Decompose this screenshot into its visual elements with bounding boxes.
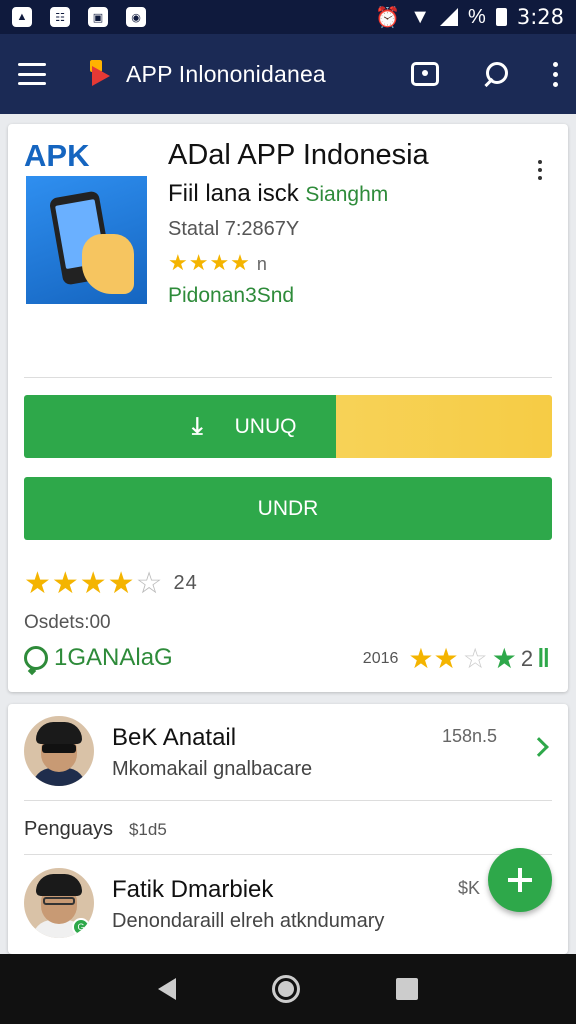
download-arrow-icon: ⤓ bbox=[192, 412, 203, 440]
card-overflow-icon[interactable] bbox=[538, 160, 542, 180]
avatar[interactable] bbox=[24, 716, 94, 786]
app-bar-title: APP Inlononidanea bbox=[126, 60, 326, 87]
download-button-label: UNUQ bbox=[234, 414, 297, 438]
app-subtitle-green: Sianghm bbox=[305, 183, 389, 206]
download-progress-remaining bbox=[335, 395, 552, 458]
status-badge: G bbox=[72, 918, 90, 936]
clock: 3:28 bbox=[516, 5, 564, 29]
system-nav-bar bbox=[0, 954, 576, 1024]
avatar[interactable]: G bbox=[24, 868, 94, 938]
add-fab-button[interactable] bbox=[488, 848, 552, 912]
rating-suffix: n bbox=[256, 254, 268, 274]
app-bar: APP Inlononidanea bbox=[0, 34, 576, 114]
app-details-card: APK ADal APP Indonesia Fiil lana isck Si… bbox=[8, 124, 568, 692]
payment-label: Penguays bbox=[24, 818, 113, 840]
review-author-subtitle: Denondaraill elreh atkndumary bbox=[112, 910, 385, 932]
review-author-name: BeK Anatail bbox=[112, 724, 237, 751]
year-count: 2 bbox=[520, 645, 534, 671]
review-stars-filled: ★★★★ bbox=[24, 567, 136, 600]
developer-link[interactable]: Pidonan3Snd bbox=[168, 284, 294, 308]
app-icon-image bbox=[26, 176, 147, 304]
download-button[interactable]: ⤓ UNUQ bbox=[24, 395, 552, 458]
app-version: Statal 7:2867Y bbox=[168, 218, 300, 240]
app-title: ADal APP Indonesia bbox=[168, 139, 429, 171]
secondary-button-label: UNDR bbox=[257, 496, 319, 520]
app-subtitle-main: Fiil lana isck bbox=[168, 180, 299, 207]
secondary-action-button[interactable]: UNDR bbox=[24, 477, 552, 540]
brand-row[interactable]: 1GANAlaG bbox=[24, 644, 173, 672]
app-rating: ★★★★ n bbox=[168, 250, 268, 276]
app-subtitle: Fiil lana isck Sianghm bbox=[168, 180, 388, 208]
recents-icon[interactable] bbox=[396, 978, 418, 1000]
review-author-subtitle: Mkomakail gnalbacare bbox=[112, 758, 313, 780]
review-stars-empty: ☆ bbox=[135, 567, 164, 600]
updated-label: Osdets:00 bbox=[24, 612, 111, 633]
divider bbox=[24, 854, 552, 855]
search-icon[interactable] bbox=[483, 61, 509, 87]
review-stars: ★★★★☆ 24 bbox=[24, 566, 198, 601]
payment-amount: $1d5 bbox=[128, 819, 167, 839]
year-stars-empty: ☆ bbox=[462, 643, 488, 674]
hamburger-menu-icon[interactable] bbox=[18, 63, 46, 85]
year-bolt-icon: ‖ bbox=[537, 643, 550, 673]
app-logo-icon bbox=[90, 60, 118, 88]
chevron-right-icon[interactable] bbox=[529, 737, 549, 757]
reviews-card: BeK Anatail Mkomakail gnalbacare 158n.5 … bbox=[8, 704, 568, 954]
wifi-icon: ▼ bbox=[410, 5, 431, 28]
review-author-name: Fatik Dmarbiek bbox=[112, 876, 274, 903]
photo-icon: ▲ bbox=[12, 7, 32, 27]
download-progress-fill: ⤓ UNUQ bbox=[24, 395, 336, 458]
apk-label: APK bbox=[24, 138, 90, 173]
home-icon[interactable] bbox=[272, 975, 300, 1003]
battery-icon bbox=[495, 8, 507, 26]
messaging-icon: ☷ bbox=[50, 7, 70, 27]
year-label: 2016 bbox=[362, 649, 399, 667]
alarm-icon: ⏰ bbox=[375, 6, 401, 29]
gallery-icon: ▣ bbox=[88, 7, 108, 27]
battery-percent: % bbox=[468, 5, 486, 28]
overflow-menu-icon[interactable] bbox=[553, 61, 558, 87]
back-icon[interactable] bbox=[158, 978, 176, 1000]
signal-icon bbox=[440, 8, 459, 26]
payment-row: Penguays $1d5 bbox=[24, 818, 167, 841]
divider bbox=[24, 800, 552, 801]
status-bar: ▲ ☷ ▣ ◉ ⏰ ▼ % 3:28 bbox=[0, 0, 576, 34]
review-count: 24 bbox=[173, 572, 198, 594]
year-stars-green: ★ bbox=[491, 643, 517, 674]
brand-label: 1GANAlaG bbox=[54, 644, 173, 671]
chat-bubble-icon bbox=[24, 646, 48, 670]
review-meta: 158n.5 bbox=[442, 726, 498, 746]
cast-icon[interactable] bbox=[411, 62, 439, 86]
rating-stars: ★★★★ bbox=[168, 250, 251, 275]
review-meta: $K bbox=[458, 878, 481, 898]
year-rating-row: 2016 ★★ ☆ ★ 2 ‖ bbox=[363, 642, 550, 675]
camera-icon: ◉ bbox=[126, 7, 146, 27]
divider bbox=[24, 377, 552, 378]
year-stars-yellow: ★★ bbox=[408, 643, 459, 674]
